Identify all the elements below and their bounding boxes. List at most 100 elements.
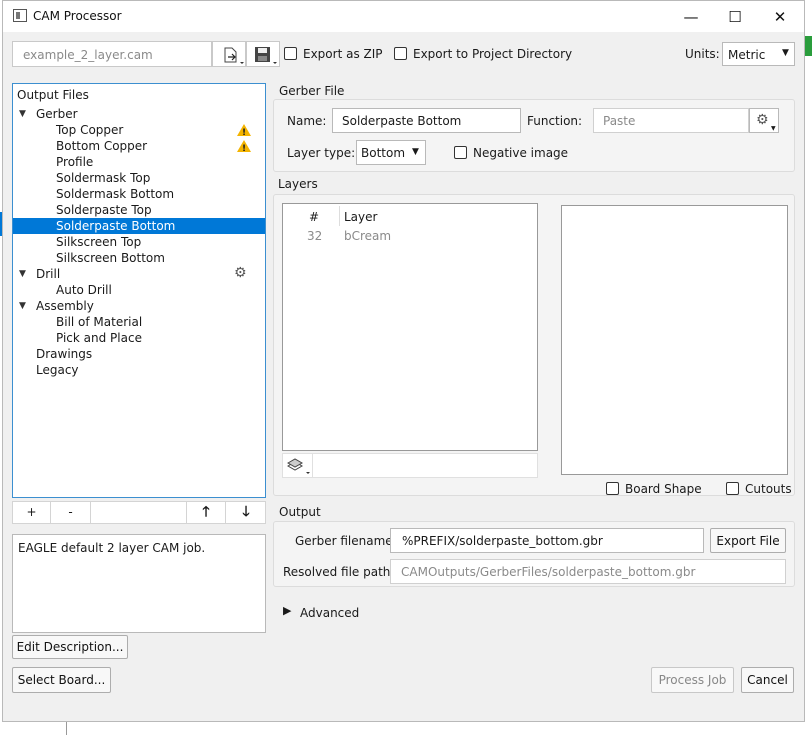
- layers-panel: # Layer 32 bCream Board Shape Cutouts: [273, 194, 795, 496]
- tree-item[interactable]: Solderpaste Bottom: [13, 218, 265, 234]
- layer-type-select[interactable]: Bottom ▼: [356, 140, 426, 165]
- gerber-file-panel: Name: Solderpaste Bottom Function: Paste…: [273, 99, 795, 172]
- move-down-button[interactable]: 🡓: [226, 502, 266, 523]
- negative-image-label: Negative image: [473, 146, 569, 160]
- remove-output-button[interactable]: -: [51, 502, 91, 523]
- tree-item[interactable]: ▼ Drill ⚙: [13, 265, 265, 282]
- tree-item[interactable]: Silkscreen Top: [13, 234, 265, 250]
- negative-image-checkbox[interactable]: [454, 146, 467, 159]
- output-panel: Gerber filename: %PREFIX/solderpaste_bot…: [273, 521, 795, 587]
- tree-toolbar: + - 🡑 🡓: [12, 501, 266, 524]
- tree-item[interactable]: Auto Drill: [13, 282, 265, 298]
- gear-icon[interactable]: ⚙: [234, 265, 247, 281]
- expand-triangle-icon[interactable]: ▼: [19, 106, 26, 122]
- gerber-file-title: Gerber File: [279, 84, 345, 98]
- layer-type-value: Bottom: [361, 146, 406, 160]
- edit-description-button[interactable]: Edit Description...: [12, 635, 128, 659]
- layers-title: Layers: [278, 177, 318, 191]
- name-field[interactable]: Solderpaste Bottom: [332, 108, 521, 133]
- add-output-button[interactable]: +: [13, 502, 51, 523]
- save-icon: [255, 47, 277, 64]
- tree-item[interactable]: ▼ Gerber: [13, 106, 265, 122]
- window-title: CAM Processor: [33, 9, 122, 23]
- gerber-filename-label: Gerber filename:: [295, 534, 397, 548]
- output-files-heading: Output Files: [13, 84, 265, 104]
- layer-row-num[interactable]: 32: [307, 229, 322, 243]
- warning-icon: [237, 124, 251, 141]
- cutouts-label: Cutouts: [745, 482, 792, 496]
- tree-item[interactable]: Solderpaste Top: [13, 202, 265, 218]
- advanced-toggle[interactable]: ▶ Advanced: [281, 603, 381, 621]
- layers-col-layer: Layer: [344, 210, 378, 224]
- cam-processor-window: CAM Processor — ☐ ✕ example_2_layer.cam …: [2, 0, 805, 722]
- tree-item[interactable]: Top Copper: [13, 122, 265, 141]
- tree-item-label: Profile: [56, 155, 94, 169]
- tree-item-label: Solderpaste Top: [56, 203, 152, 217]
- tree-item-label: Silkscreen Top: [56, 235, 142, 249]
- tree-item[interactable]: Legacy: [13, 362, 265, 378]
- export-zip-checkbox[interactable]: [284, 47, 297, 60]
- export-file-button[interactable]: Export File: [710, 528, 786, 553]
- title-bar: CAM Processor — ☐ ✕: [3, 1, 804, 32]
- expand-triangle-icon[interactable]: ▼: [19, 298, 26, 314]
- save-file-button[interactable]: [246, 41, 280, 67]
- tree-item-label: Bottom Copper: [56, 139, 148, 153]
- app-icon: [13, 9, 27, 22]
- export-zip-label: Export as ZIP: [303, 47, 383, 61]
- tree-item-label: Bill of Material: [56, 315, 143, 329]
- description-text: EAGLE default 2 layer CAM job.: [18, 541, 206, 555]
- cutouts-checkbox[interactable]: [726, 482, 739, 495]
- units-label: Units:: [685, 47, 720, 61]
- tree-item[interactable]: Profile: [13, 154, 265, 170]
- tree-item-label: Solderpaste Bottom: [56, 219, 176, 233]
- resolved-path-value: CAMOutputs/GerberFiles/solderpaste_botto…: [401, 565, 696, 579]
- chevron-down-icon: ▼: [771, 125, 776, 132]
- tree-item-label: Drawings: [36, 347, 93, 361]
- tree-item-label: Silkscreen Bottom: [56, 251, 165, 265]
- units-select[interactable]: Metric ▼: [722, 42, 795, 66]
- expand-triangle-icon[interactable]: ▼: [19, 266, 26, 282]
- layers-table[interactable]: # Layer 32 bCream: [282, 203, 538, 451]
- advanced-label: Advanced: [300, 606, 360, 620]
- board-shape-checkbox[interactable]: [606, 482, 619, 495]
- tree-item[interactable]: Soldermask Top: [13, 170, 265, 186]
- name-label: Name:: [287, 114, 327, 128]
- function-field[interactable]: Paste: [593, 108, 749, 133]
- chevron-down-icon: ▼: [782, 48, 789, 58]
- description-box[interactable]: EAGLE default 2 layer CAM job.: [12, 534, 266, 633]
- tree-item[interactable]: Soldermask Bottom: [13, 186, 265, 202]
- tree-item[interactable]: ▼ Assembly: [13, 298, 265, 314]
- tree-item[interactable]: Drawings: [13, 346, 265, 362]
- tree-item[interactable]: Bill of Material: [13, 314, 265, 330]
- tree-item-label: Pick and Place: [56, 331, 142, 345]
- tree-item-label: Legacy: [36, 363, 79, 377]
- export-project-checkbox[interactable]: [394, 47, 407, 60]
- arrow-up-icon: 🡑: [202, 504, 210, 520]
- open-file-button[interactable]: [212, 41, 246, 67]
- layer-type-label: Layer type:: [287, 146, 356, 160]
- resolved-path-field[interactable]: CAMOutputs/GerberFiles/solderpaste_botto…: [390, 559, 786, 584]
- minimize-button[interactable]: —: [668, 1, 714, 32]
- layer-stack-button[interactable]: [283, 454, 313, 477]
- job-file-field[interactable]: example_2_layer.cam: [12, 41, 212, 67]
- export-project-label: Export to Project Directory: [413, 47, 573, 61]
- tree-item[interactable]: Bottom Copper: [13, 138, 265, 157]
- select-board-button[interactable]: Select Board...: [12, 667, 111, 693]
- function-settings-button[interactable]: ⚙ ▼: [749, 108, 779, 133]
- maximize-button[interactable]: ☐: [712, 1, 758, 32]
- board-shape-label: Board Shape: [625, 482, 702, 496]
- output-files-heading-text: Output Files: [17, 88, 89, 102]
- close-button[interactable]: ✕: [757, 1, 803, 32]
- tree-item[interactable]: Silkscreen Bottom: [13, 250, 265, 266]
- layer-row-name[interactable]: bCream: [344, 229, 391, 243]
- column-divider: [339, 206, 340, 226]
- cancel-button[interactable]: Cancel: [741, 667, 794, 693]
- process-job-button[interactable]: Process Job: [651, 667, 734, 693]
- gerber-filename-field[interactable]: %PREFIX/solderpaste_bottom.gbr: [390, 528, 704, 553]
- units-value: Metric: [728, 48, 766, 62]
- resolved-path-label: Resolved file path:: [283, 565, 395, 579]
- tree-item[interactable]: Pick and Place: [13, 330, 265, 346]
- move-up-button[interactable]: 🡑: [186, 502, 226, 523]
- background-edge-right: [805, 36, 812, 56]
- tree-item-label: Soldermask Top: [56, 171, 151, 185]
